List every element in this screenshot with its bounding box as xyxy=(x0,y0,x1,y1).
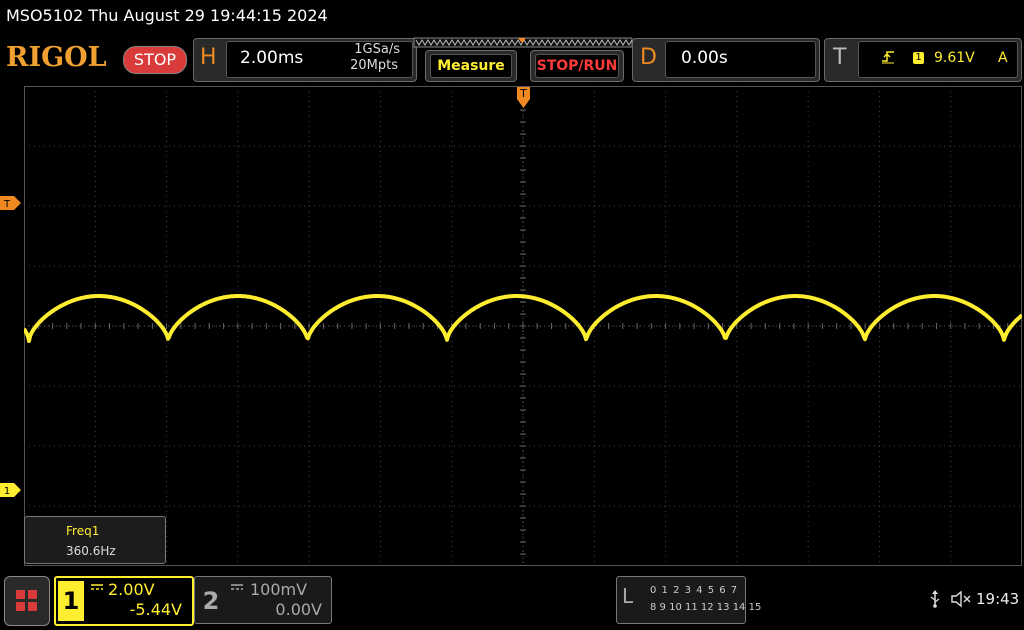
clock: 19:43 xyxy=(976,590,1020,608)
delay-letter: D xyxy=(640,45,657,70)
usb-icon xyxy=(930,590,940,608)
memory-overview xyxy=(413,37,633,48)
trigger-source-badge: 1 xyxy=(913,52,924,64)
svg-text:1: 1 xyxy=(4,486,10,497)
trigger-position-marker[interactable]: T xyxy=(516,86,532,110)
measurement-value: 360.6Hz xyxy=(66,544,116,558)
measurement-label: Freq1 xyxy=(66,524,100,538)
channel-1-number: 1 xyxy=(58,581,84,621)
ch1-ground-marker[interactable]: 1 xyxy=(0,483,22,497)
grid-menu-icon xyxy=(16,590,37,611)
waveform-grid[interactable] xyxy=(24,86,1022,566)
rising-edge-icon xyxy=(882,51,894,64)
dc-coupling-icon xyxy=(91,584,103,590)
horizontal-letter: H xyxy=(200,45,217,70)
rigol-logo: RIGOL xyxy=(6,42,107,73)
svg-text:T: T xyxy=(519,87,527,100)
channel-2-offset: 0.00V xyxy=(275,600,322,619)
logic-analyzer-box[interactable] xyxy=(616,576,746,624)
channel-2-number: 2 xyxy=(202,587,220,615)
device-title: MSO5102 Thu August 29 19:44:15 2024 xyxy=(6,6,328,25)
channel-2-scale: 100mV xyxy=(250,580,308,599)
trigger-mode: A xyxy=(998,50,1008,66)
run-state-badge[interactable]: STOP xyxy=(123,46,187,74)
dc-coupling-icon xyxy=(231,584,243,590)
trigger-level: 9.61V xyxy=(934,50,975,66)
speaker-muted-icon[interactable] xyxy=(950,590,972,608)
trigger-level-marker[interactable]: T xyxy=(0,196,22,210)
menu-button[interactable] xyxy=(4,576,50,626)
stop-run-button-label[interactable]: STOP/RUN xyxy=(535,54,619,78)
timebase-value: 2.00ms xyxy=(240,48,304,68)
svg-text:T: T xyxy=(3,199,11,210)
memory-depth: 20Mpts xyxy=(350,58,398,73)
sample-rate: 1GSa/s xyxy=(354,42,400,57)
logic-channels-row-1: 0 1 2 3 4 5 6 7 xyxy=(650,585,739,596)
channel-1-offset: -5.44V xyxy=(129,600,182,619)
measure-button-label[interactable]: Measure xyxy=(430,54,512,78)
channel-1-scale: 2.00V xyxy=(108,580,155,599)
title-bar: MSO5102 Thu August 29 19:44:15 2024 xyxy=(0,0,1024,34)
delay-value: 0.00s xyxy=(681,48,728,68)
logic-analyzer-letter: L xyxy=(622,584,634,608)
trigger-letter: T xyxy=(833,45,847,70)
logic-channels-row-2: 8 9 10 11 12 13 14 15 xyxy=(650,602,762,613)
